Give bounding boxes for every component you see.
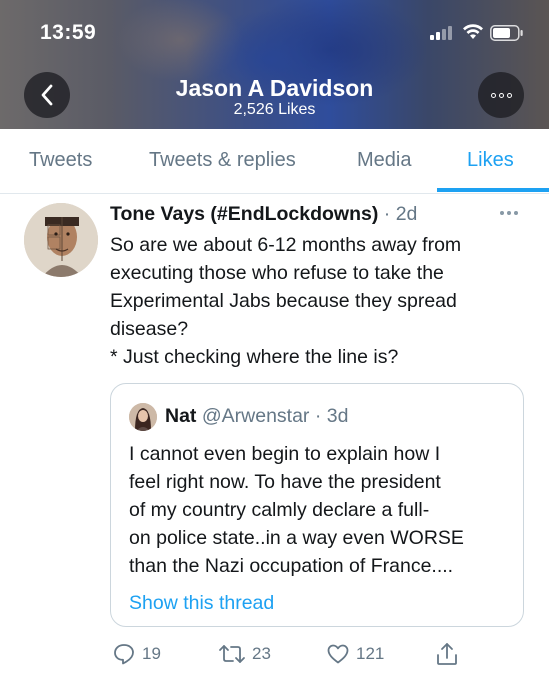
quote-text-line: of my country calmly declare a full- (129, 499, 430, 521)
profile-likes-count: 2,526 Likes (233, 101, 316, 118)
quote-text-line: on police state..in a way even WORSE (129, 527, 464, 549)
tab-tweets-replies[interactable]: Tweets & replies (149, 149, 296, 172)
quote-text: I cannot even begin to explain how I fee… (129, 440, 519, 580)
tweet-text-line: disease? (110, 318, 189, 340)
quote-separator: · (309, 405, 327, 427)
tab-tweets[interactable]: Tweets (29, 149, 92, 172)
quoted-tweet[interactable]: Nat @Arwenstar · 3d I cannot even begin … (110, 383, 524, 627)
quote-text-line: feel right now. To have the president (129, 471, 441, 493)
like-count: 121 (356, 644, 385, 663)
cellular-signal-icon (430, 26, 452, 40)
tweet-text: So are we about 6-12 months away from ex… (110, 231, 530, 371)
reply-count: 19 (142, 644, 161, 663)
quote-header: Nat @Arwenstar · 3d (165, 405, 348, 428)
tweet-header: Tone Vays (#EndLockdowns) · 2d (110, 203, 417, 226)
more-options-button[interactable] (478, 72, 524, 118)
quote-author-name: Nat (165, 405, 197, 427)
share-button[interactable] (435, 641, 459, 667)
reply-icon (114, 644, 134, 665)
tab-media[interactable]: Media (357, 149, 411, 172)
show-thread-link[interactable]: Show this thread (129, 592, 274, 615)
author-avatar[interactable] (24, 203, 98, 277)
tweet-text-line: Experimental Jabs because they spread (110, 290, 457, 312)
active-tab-indicator (437, 188, 549, 192)
retweet-count: 23 (252, 644, 271, 663)
tweet-author-name[interactable]: Tone Vays (#EndLockdowns) (110, 203, 378, 225)
tweet-time[interactable]: 2d (396, 203, 418, 225)
like-button[interactable]: 121 (326, 641, 384, 667)
status-time: 13:59 (40, 21, 97, 44)
profile-tabs: Tweets Tweets & replies Media Likes (0, 129, 549, 194)
heart-icon (327, 644, 349, 664)
battery-icon (490, 25, 523, 41)
wifi-icon (463, 24, 483, 39)
profile-name: Jason A Davidson (175, 75, 374, 101)
tweet-text-line: So are we about 6-12 months away from (110, 234, 462, 256)
quote-avatar-image (129, 403, 157, 431)
retweet-button[interactable]: 23 (218, 641, 271, 667)
author-avatar-image (24, 203, 98, 277)
quote-time: 3d (326, 405, 349, 427)
more-dots-icon (490, 92, 512, 98)
quote-text-line: I cannot even begin to explain how I (129, 443, 441, 465)
quote-text-line: than the Nazi occupation of France.... (129, 555, 454, 577)
tweet-separator: · (378, 203, 396, 225)
status-bar: 13:59 (0, 0, 549, 52)
retweet-icon (219, 645, 245, 663)
reply-button[interactable]: 19 (112, 641, 161, 667)
tweet-text-line: * Just checking where the line is? (110, 346, 399, 368)
quote-author-handle: @Arwenstar (201, 405, 310, 427)
tab-likes[interactable]: Likes (467, 149, 514, 172)
tweet-text-line: executing those who refuse to take the (110, 262, 444, 284)
quote-author-avatar (129, 403, 157, 431)
share-icon (437, 643, 457, 665)
tweet-more-icon[interactable] (500, 211, 518, 215)
